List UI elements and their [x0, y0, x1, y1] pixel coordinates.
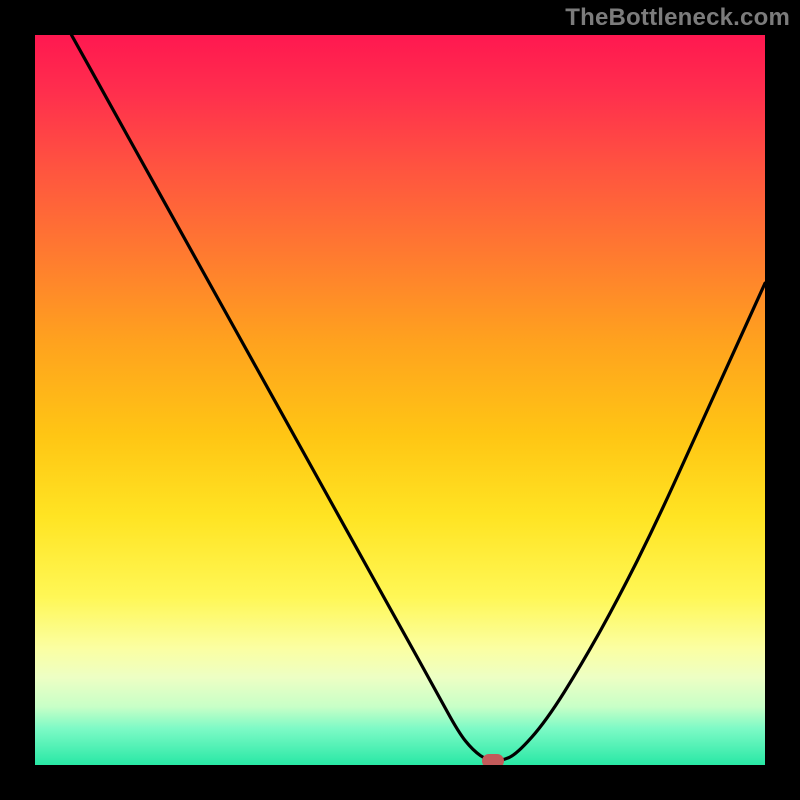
plot-area: [35, 35, 765, 765]
bottleneck-curve: [35, 35, 765, 765]
chart-frame: TheBottleneck.com: [0, 0, 800, 800]
optimum-marker: [482, 754, 504, 765]
watermark-text: TheBottleneck.com: [565, 4, 790, 32]
